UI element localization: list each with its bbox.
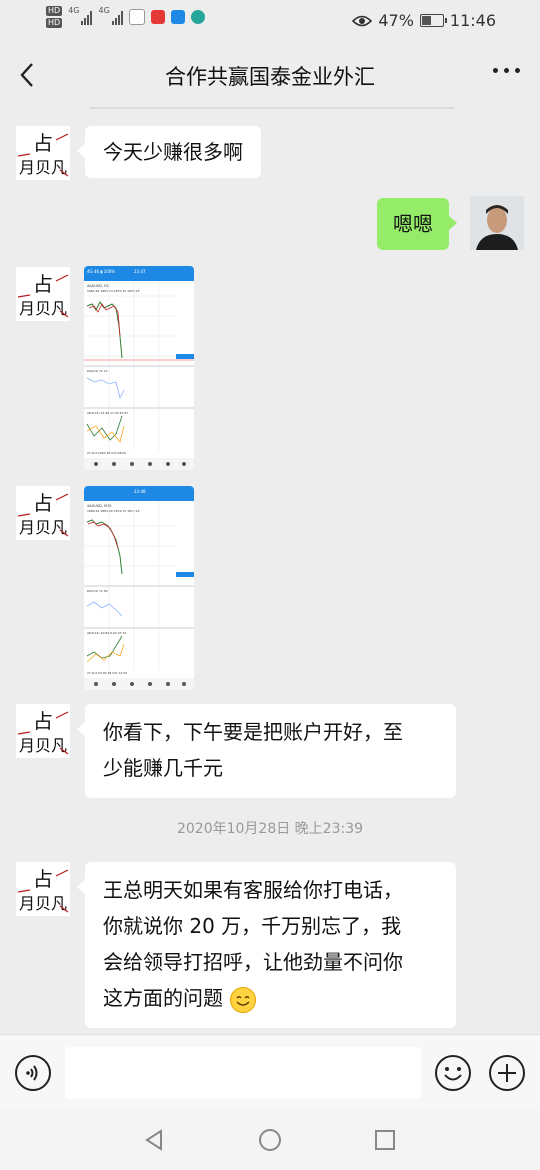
svg-text:占: 占 bbox=[33, 131, 53, 155]
message-bubble[interactable]: 今天少赚很多啊 bbox=[77, 126, 261, 178]
emoji-icon bbox=[435, 1055, 471, 1091]
signal-icon-2 bbox=[111, 9, 123, 25]
signal-icon bbox=[81, 9, 93, 25]
more-functions-button[interactable] bbox=[488, 1054, 526, 1096]
message-input[interactable] bbox=[65, 1047, 421, 1099]
svg-text:占: 占 bbox=[33, 867, 53, 891]
svg-text:XAUUSD, M30: XAUUSD, M30 bbox=[87, 504, 112, 508]
nav-home-icon[interactable] bbox=[258, 1128, 282, 1152]
calligraphy-avatar-icon: 占月贝凡 bbox=[16, 862, 70, 916]
more-dot bbox=[515, 68, 520, 73]
calligraphy-avatar-icon: 占月贝凡 bbox=[16, 267, 70, 321]
more-dots-icon bbox=[493, 68, 498, 73]
svg-text:月贝凡: 月贝凡 bbox=[19, 299, 67, 318]
svg-text:1881.62 1881.74 1870.30 1870.2: 1881.62 1881.74 1870.30 1870.25 bbox=[87, 289, 140, 293]
message-text-line: 王总明天如果有客服给你打电话， bbox=[103, 878, 403, 902]
svg-text:月贝凡: 月贝凡 bbox=[19, 158, 67, 177]
more-dot bbox=[504, 68, 509, 73]
calligraphy-avatar-icon: 占月贝凡 bbox=[16, 704, 70, 758]
svg-text:占: 占 bbox=[33, 491, 53, 515]
eye-icon bbox=[352, 15, 373, 26]
sender-avatar[interactable]: 占月贝凡 bbox=[16, 704, 70, 758]
nav-back-icon[interactable] bbox=[142, 1128, 166, 1152]
svg-text:27 Oct 23:00 28 Oct 12:00: 27 Oct 23:00 28 Oct 12:00 bbox=[87, 671, 127, 675]
trading-chart-screenshot: 4G 46 ▮ 100% 23:47 XAUUSD, H1 1881.62 18… bbox=[84, 266, 194, 470]
sender-avatar[interactable]: 占月贝凡 bbox=[16, 486, 70, 540]
app-notification-icon bbox=[190, 10, 205, 24]
svg-text:27 Oct 2020 28 Oct 08:00: 27 Oct 2020 28 Oct 08:00 bbox=[87, 451, 126, 455]
svg-text:占: 占 bbox=[33, 709, 53, 733]
svg-text:4G 46 ▮ 100%: 4G 46 ▮ 100% bbox=[87, 269, 115, 274]
network-type-1: 4G bbox=[68, 6, 80, 15]
svg-text:23:47: 23:47 bbox=[134, 269, 146, 274]
status-time: 11:46 bbox=[449, 11, 496, 30]
smile-emoji-icon bbox=[230, 986, 257, 1013]
voice-icon bbox=[15, 1055, 51, 1091]
status-right: 47% 11:46 bbox=[352, 11, 496, 30]
svg-text:ADX(14) 10.84 6.03 47.32: ADX(14) 10.84 6.03 47.32 bbox=[87, 631, 126, 635]
message-text-line: 会给领导打招呼，让他劲量不问你 bbox=[103, 950, 403, 974]
image-message[interactable]: 4G 46 ▮ 100% 23:47 XAUUSD, H1 1881.62 18… bbox=[84, 266, 194, 470]
status-left: HD HD 4G 4G bbox=[46, 6, 205, 28]
message-text: 今天少赚很多啊 bbox=[103, 140, 243, 164]
status-bar: HD HD 4G 4G 47% 11:46 bbox=[0, 0, 540, 42]
plus-icon bbox=[489, 1055, 525, 1091]
svg-text:RSI(14) 71.50: RSI(14) 71.50 bbox=[87, 589, 108, 593]
own-avatar[interactable] bbox=[470, 196, 524, 250]
svg-text:月贝凡: 月贝凡 bbox=[19, 518, 67, 537]
system-navigation-bar bbox=[0, 1110, 540, 1170]
message-bubble[interactable]: 你看下，下午要是把账户开好，至 少能赚几千元 bbox=[77, 704, 456, 798]
more-button[interactable] bbox=[493, 68, 520, 73]
message-text-line: 你就说你 20 万，千万别忘了，我 bbox=[103, 914, 402, 938]
chat-header: 合作共赢国泰金业外汇 bbox=[0, 42, 540, 108]
app-notification-icon bbox=[170, 10, 185, 24]
calligraphy-avatar-icon: 占月贝凡 bbox=[16, 486, 70, 540]
message-bubble[interactable]: 王总明天如果有客服给你打电话， 你就说你 20 万，千万别忘了，我 会给领导打招… bbox=[77, 862, 456, 1028]
voice-button[interactable] bbox=[14, 1054, 52, 1096]
message-text-line: 少能赚几千元 bbox=[103, 756, 223, 780]
battery-percent: 47% bbox=[378, 11, 414, 30]
scroll-edge-divider bbox=[90, 107, 454, 109]
svg-text:RSI(14) 71.13: RSI(14) 71.13 bbox=[87, 369, 108, 373]
network-type-2: 4G bbox=[98, 6, 110, 15]
trading-chart-screenshot: 23:48 XAUUSD, M30 1880.61 1881.20 1876.7… bbox=[84, 486, 194, 690]
svg-text:1880.61 1881.20 1876.75 1877.2: 1880.61 1881.20 1876.75 1877.22 bbox=[87, 509, 140, 513]
svg-text:ADX(14) 24.48 17.93 45.87: ADX(14) 24.48 17.93 45.87 bbox=[87, 411, 128, 415]
sender-avatar[interactable]: 占月贝凡 bbox=[16, 862, 70, 916]
sender-avatar[interactable]: 占月贝凡 bbox=[16, 267, 70, 321]
svg-text:XAUUSD, H1: XAUUSD, H1 bbox=[87, 284, 109, 288]
sender-avatar[interactable]: 占月贝凡 bbox=[16, 126, 70, 180]
message-text-fragment: 这方面的问题 bbox=[103, 986, 223, 1010]
person-photo bbox=[470, 196, 524, 250]
battery-icon bbox=[419, 14, 447, 27]
app-notification-icon bbox=[128, 9, 145, 25]
svg-text:月贝凡: 月贝凡 bbox=[19, 736, 67, 755]
message-text-line: 你看下，下午要是把账户开好，至 bbox=[103, 720, 403, 744]
message-text-line: 这方面的问题 bbox=[103, 980, 438, 1016]
message-bubble-own[interactable]: 嗯嗯 bbox=[377, 198, 457, 250]
emoji-button[interactable] bbox=[434, 1054, 472, 1096]
svg-text:占: 占 bbox=[33, 272, 53, 296]
image-message[interactable]: 23:48 XAUUSD, M30 1880.61 1881.20 1876.7… bbox=[84, 486, 194, 690]
svg-text:23:48: 23:48 bbox=[134, 489, 146, 494]
app-notification-icon bbox=[150, 10, 165, 24]
svg-text:月贝凡: 月贝凡 bbox=[19, 894, 67, 913]
input-bar bbox=[0, 1034, 540, 1111]
hd-label-1: HD bbox=[46, 6, 63, 16]
hd-label-2: HD bbox=[46, 18, 63, 28]
message-text: 嗯嗯 bbox=[393, 212, 433, 236]
nav-recents-icon[interactable] bbox=[373, 1128, 397, 1152]
calligraphy-avatar-icon: 占月贝凡 bbox=[16, 126, 70, 180]
hd-indicator: HD HD bbox=[46, 6, 63, 28]
chat-title: 合作共赢国泰金业外汇 bbox=[165, 65, 375, 89]
message-timestamp: 2020年10月28日 晚上23:39 bbox=[176, 821, 364, 837]
